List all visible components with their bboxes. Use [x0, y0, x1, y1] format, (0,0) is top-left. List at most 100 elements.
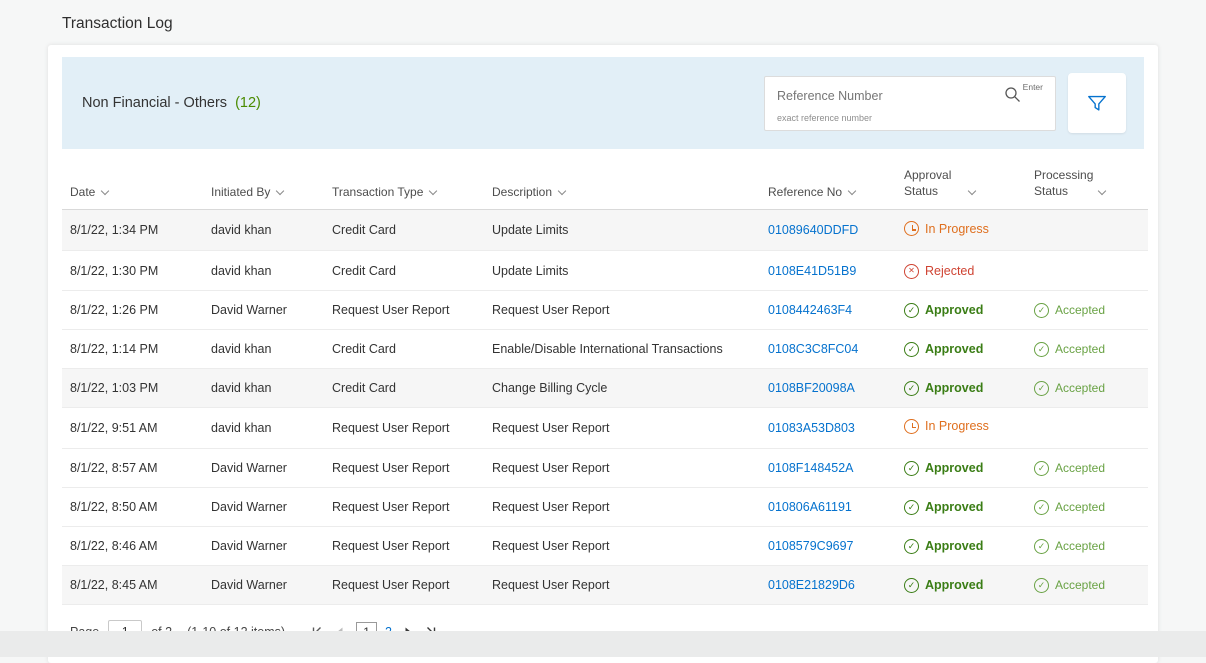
status-icon — [904, 539, 919, 554]
chevron-down-icon — [558, 187, 566, 195]
cell-date: 8/1/22, 9:51 AM — [62, 407, 203, 448]
reference-link[interactable]: 0108BF20098A — [768, 381, 855, 395]
search-icon[interactable] — [1004, 86, 1021, 103]
cell-transaction-type: Request User Report — [324, 448, 484, 487]
column-header-transaction-type[interactable]: Transaction Type — [324, 151, 484, 210]
approval-status: Approved — [904, 342, 983, 357]
cell-initiated-by: David Warner — [203, 526, 324, 565]
approval-status: Approved — [904, 539, 983, 554]
column-header-processing-status[interactable]: Processing Status — [1026, 151, 1148, 210]
cell-transaction-type: Request User Report — [324, 487, 484, 526]
cell-date: 8/1/22, 8:45 AM — [62, 565, 203, 604]
status-icon — [1034, 461, 1049, 476]
cell-transaction-type: Request User Report — [324, 407, 484, 448]
column-header-initiated-by[interactable]: Initiated By — [203, 151, 324, 210]
chevron-down-icon — [429, 187, 437, 195]
processing-status: Accepted — [1034, 539, 1105, 554]
reference-number-input[interactable] — [777, 86, 1004, 103]
column-header-description[interactable]: Description — [484, 151, 760, 210]
filter-button[interactable] — [1068, 73, 1126, 133]
column-header-approval-status[interactable]: Approval Status — [896, 151, 1026, 210]
status-icon — [904, 500, 919, 515]
approval-status: Approved — [904, 303, 983, 318]
cell-description: Request User Report — [484, 407, 760, 448]
cell-description: Request User Report — [484, 487, 760, 526]
table-header-row: Date Initiated By Transaction Type Descr… — [62, 151, 1148, 210]
cell-description: Request User Report — [484, 526, 760, 565]
table-row: 8/1/22, 1:30 PM david khan Credit Card U… — [62, 251, 1148, 291]
filter-funnel-icon — [1086, 92, 1108, 114]
column-header-reference-no[interactable]: Reference No — [760, 151, 896, 210]
status-icon — [1034, 500, 1049, 515]
processing-status: Accepted — [1034, 500, 1105, 515]
chevron-down-icon — [848, 187, 856, 195]
reference-link[interactable]: 0108C3C8FC04 — [768, 342, 858, 356]
chevron-down-icon — [101, 187, 109, 195]
status-icon — [904, 303, 919, 318]
cell-transaction-type: Request User Report — [324, 290, 484, 329]
reference-link[interactable]: 0108E21829D6 — [768, 578, 855, 592]
cell-date: 8/1/22, 8:50 AM — [62, 487, 203, 526]
cell-initiated-by: david khan — [203, 329, 324, 368]
reference-link[interactable]: 010806A61191 — [768, 500, 852, 514]
cell-description: Update Limits — [484, 251, 760, 291]
status-icon — [904, 578, 919, 593]
reference-link[interactable]: 01083A53D803 — [768, 421, 855, 435]
chevron-down-icon — [276, 187, 284, 195]
search-helper-text: exact reference number — [777, 113, 1043, 123]
reference-link[interactable]: 0108F148452A — [768, 461, 854, 475]
chevron-down-icon — [968, 187, 976, 195]
page-footer-strip — [0, 631, 1206, 657]
approval-status: Approved — [904, 381, 983, 396]
status-icon — [904, 381, 919, 396]
cell-date: 8/1/22, 8:57 AM — [62, 448, 203, 487]
cell-date: 8/1/22, 1:26 PM — [62, 290, 203, 329]
cell-description: Enable/Disable International Transaction… — [484, 329, 760, 368]
status-icon — [1034, 303, 1049, 318]
table-row: 8/1/22, 1:34 PM david khan Credit Card U… — [62, 210, 1148, 251]
reference-search-panel: Enter exact reference number — [764, 76, 1056, 131]
cell-description: Request User Report — [484, 448, 760, 487]
table-row: 8/1/22, 1:26 PM David Warner Request Use… — [62, 290, 1148, 329]
reference-link[interactable]: 01089640DDFD — [768, 223, 858, 237]
cell-transaction-type: Request User Report — [324, 565, 484, 604]
chevron-down-icon — [1098, 187, 1106, 195]
table-row: 8/1/22, 8:57 AM David Warner Request Use… — [62, 448, 1148, 487]
status-icon — [904, 264, 919, 279]
cell-description: Request User Report — [484, 565, 760, 604]
cell-date: 8/1/22, 8:46 AM — [62, 526, 203, 565]
transaction-table: Date Initiated By Transaction Type Descr… — [62, 151, 1148, 605]
approval-status: Approved — [904, 578, 983, 593]
cell-description: Change Billing Cycle — [484, 368, 760, 407]
cell-initiated-by: david khan — [203, 368, 324, 407]
table-row: 8/1/22, 1:14 PM david khan Credit Card E… — [62, 329, 1148, 368]
cell-transaction-type: Credit Card — [324, 368, 484, 407]
status-icon — [904, 419, 919, 434]
status-icon — [1034, 578, 1049, 593]
cell-initiated-by: David Warner — [203, 565, 324, 604]
panel-count: (12) — [235, 95, 261, 111]
cell-description: Request User Report — [484, 290, 760, 329]
status-icon — [904, 221, 919, 236]
table-row: 8/1/22, 1:03 PM david khan Credit Card C… — [62, 368, 1148, 407]
panel-header: Non Financial - Others (12) Enter exact … — [62, 57, 1144, 149]
reference-link[interactable]: 0108579C9697 — [768, 539, 854, 553]
status-icon — [1034, 539, 1049, 554]
status-icon — [904, 461, 919, 476]
processing-status: Accepted — [1034, 578, 1105, 593]
table-row: 8/1/22, 8:45 AM David Warner Request Use… — [62, 565, 1148, 604]
column-header-date[interactable]: Date — [62, 151, 203, 210]
cell-initiated-by: david khan — [203, 251, 324, 291]
cell-date: 8/1/22, 1:30 PM — [62, 251, 203, 291]
page-title: Transaction Log — [0, 0, 1206, 43]
panel-heading-text: Non Financial - Others — [82, 95, 227, 111]
status-icon — [1034, 342, 1049, 357]
reference-link[interactable]: 0108E41D51B9 — [768, 264, 856, 278]
cell-date: 8/1/22, 1:34 PM — [62, 210, 203, 251]
transaction-log-card: Non Financial - Others (12) Enter exact … — [48, 45, 1158, 663]
panel-heading: Non Financial - Others (12) — [82, 95, 261, 111]
status-icon — [904, 342, 919, 357]
cell-initiated-by: david khan — [203, 210, 324, 251]
approval-status: Approved — [904, 461, 983, 476]
reference-link[interactable]: 0108442463F4 — [768, 303, 852, 317]
